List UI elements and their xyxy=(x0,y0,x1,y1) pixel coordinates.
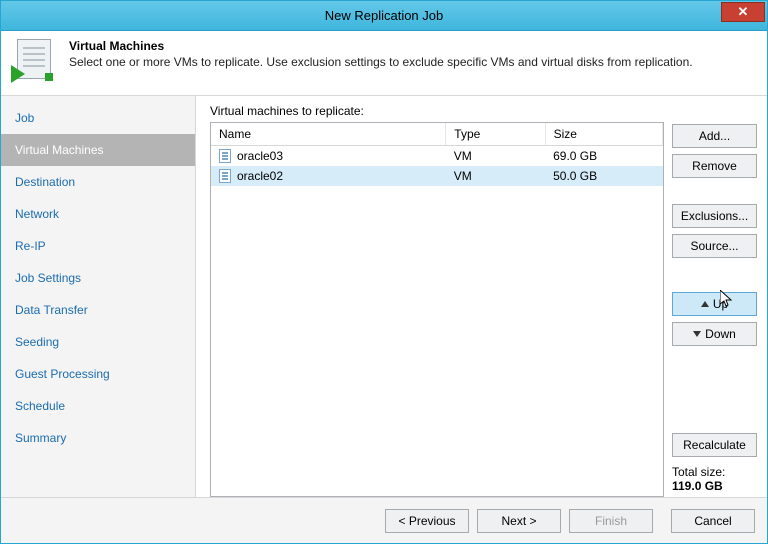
next-button[interactable]: Next > xyxy=(477,509,561,533)
total-size-label: Total size: xyxy=(672,465,757,479)
up-button[interactable]: Up xyxy=(672,292,757,316)
down-button-label: Down xyxy=(705,327,736,341)
add-button[interactable]: Add... xyxy=(672,124,757,148)
col-size[interactable]: Size xyxy=(545,123,662,146)
close-icon: ✕ xyxy=(738,4,749,20)
remove-button[interactable]: Remove xyxy=(672,154,757,178)
arrow-down-icon xyxy=(693,331,701,337)
close-button[interactable]: ✕ xyxy=(721,2,765,22)
wizard-step-icon xyxy=(13,39,57,83)
vm-table[interactable]: Name Type Size oracle03 VM 69.0 GB xyxy=(210,122,664,497)
finish-button: Finish xyxy=(569,509,653,533)
vm-list-label: Virtual machines to replicate: xyxy=(210,104,664,118)
col-name[interactable]: Name xyxy=(211,123,446,146)
vm-size: 69.0 GB xyxy=(545,146,662,167)
sidebar-item-destination[interactable]: Destination xyxy=(1,166,195,198)
titlebar: New Replication Job ✕ xyxy=(1,1,767,31)
vm-icon xyxy=(219,149,231,163)
col-type[interactable]: Type xyxy=(446,123,545,146)
vm-icon xyxy=(219,169,231,183)
sidebar-item-summary[interactable]: Summary xyxy=(1,422,195,454)
sidebar-item-re-ip[interactable]: Re-IP xyxy=(1,230,195,262)
sidebar-item-guest-processing[interactable]: Guest Processing xyxy=(1,358,195,390)
vm-name: oracle02 xyxy=(237,169,283,183)
sidebar-item-job[interactable]: Job xyxy=(1,102,195,134)
header: Virtual Machines Select one or more VMs … xyxy=(1,31,767,96)
source-button[interactable]: Source... xyxy=(672,234,757,258)
header-description: Select one or more VMs to replicate. Use… xyxy=(69,55,693,69)
sidebar-item-data-transfer[interactable]: Data Transfer xyxy=(1,294,195,326)
sidebar-item-virtual-machines[interactable]: Virtual Machines xyxy=(1,134,195,166)
right-button-column: Add... Remove Exclusions... Source... Up… xyxy=(672,104,757,497)
vm-size: 50.0 GB xyxy=(545,166,662,186)
body: Job Virtual Machines Destination Network… xyxy=(1,96,767,497)
main-panel: Virtual machines to replicate: Name Type… xyxy=(196,96,767,497)
wizard-sidebar: Job Virtual Machines Destination Network… xyxy=(1,96,196,497)
recalculate-button[interactable]: Recalculate xyxy=(672,433,757,457)
vm-name: oracle03 xyxy=(237,149,283,163)
header-text: Virtual Machines Select one or more VMs … xyxy=(69,39,693,69)
vm-list-section: Virtual machines to replicate: Name Type… xyxy=(210,104,664,497)
table-row[interactable]: oracle02 VM 50.0 GB xyxy=(211,166,663,186)
arrow-up-icon xyxy=(701,301,709,307)
table-header-row: Name Type Size xyxy=(211,123,663,146)
previous-button[interactable]: < Previous xyxy=(385,509,469,533)
down-button[interactable]: Down xyxy=(672,322,757,346)
dialog-window: New Replication Job ✕ Virtual Machines S… xyxy=(0,0,768,544)
sidebar-item-seeding[interactable]: Seeding xyxy=(1,326,195,358)
vm-type: VM xyxy=(446,166,545,186)
sidebar-item-job-settings[interactable]: Job Settings xyxy=(1,262,195,294)
sidebar-item-schedule[interactable]: Schedule xyxy=(1,390,195,422)
table-row[interactable]: oracle03 VM 69.0 GB xyxy=(211,146,663,167)
vm-type: VM xyxy=(446,146,545,167)
window-title: New Replication Job xyxy=(325,8,444,23)
sidebar-item-network[interactable]: Network xyxy=(1,198,195,230)
header-title: Virtual Machines xyxy=(69,39,693,53)
total-size-value: 119.0 GB xyxy=(672,479,757,493)
exclusions-button[interactable]: Exclusions... xyxy=(672,204,757,228)
up-button-label: Up xyxy=(713,297,728,311)
cancel-button[interactable]: Cancel xyxy=(671,509,755,533)
footer: < Previous Next > Finish Cancel xyxy=(1,497,767,543)
